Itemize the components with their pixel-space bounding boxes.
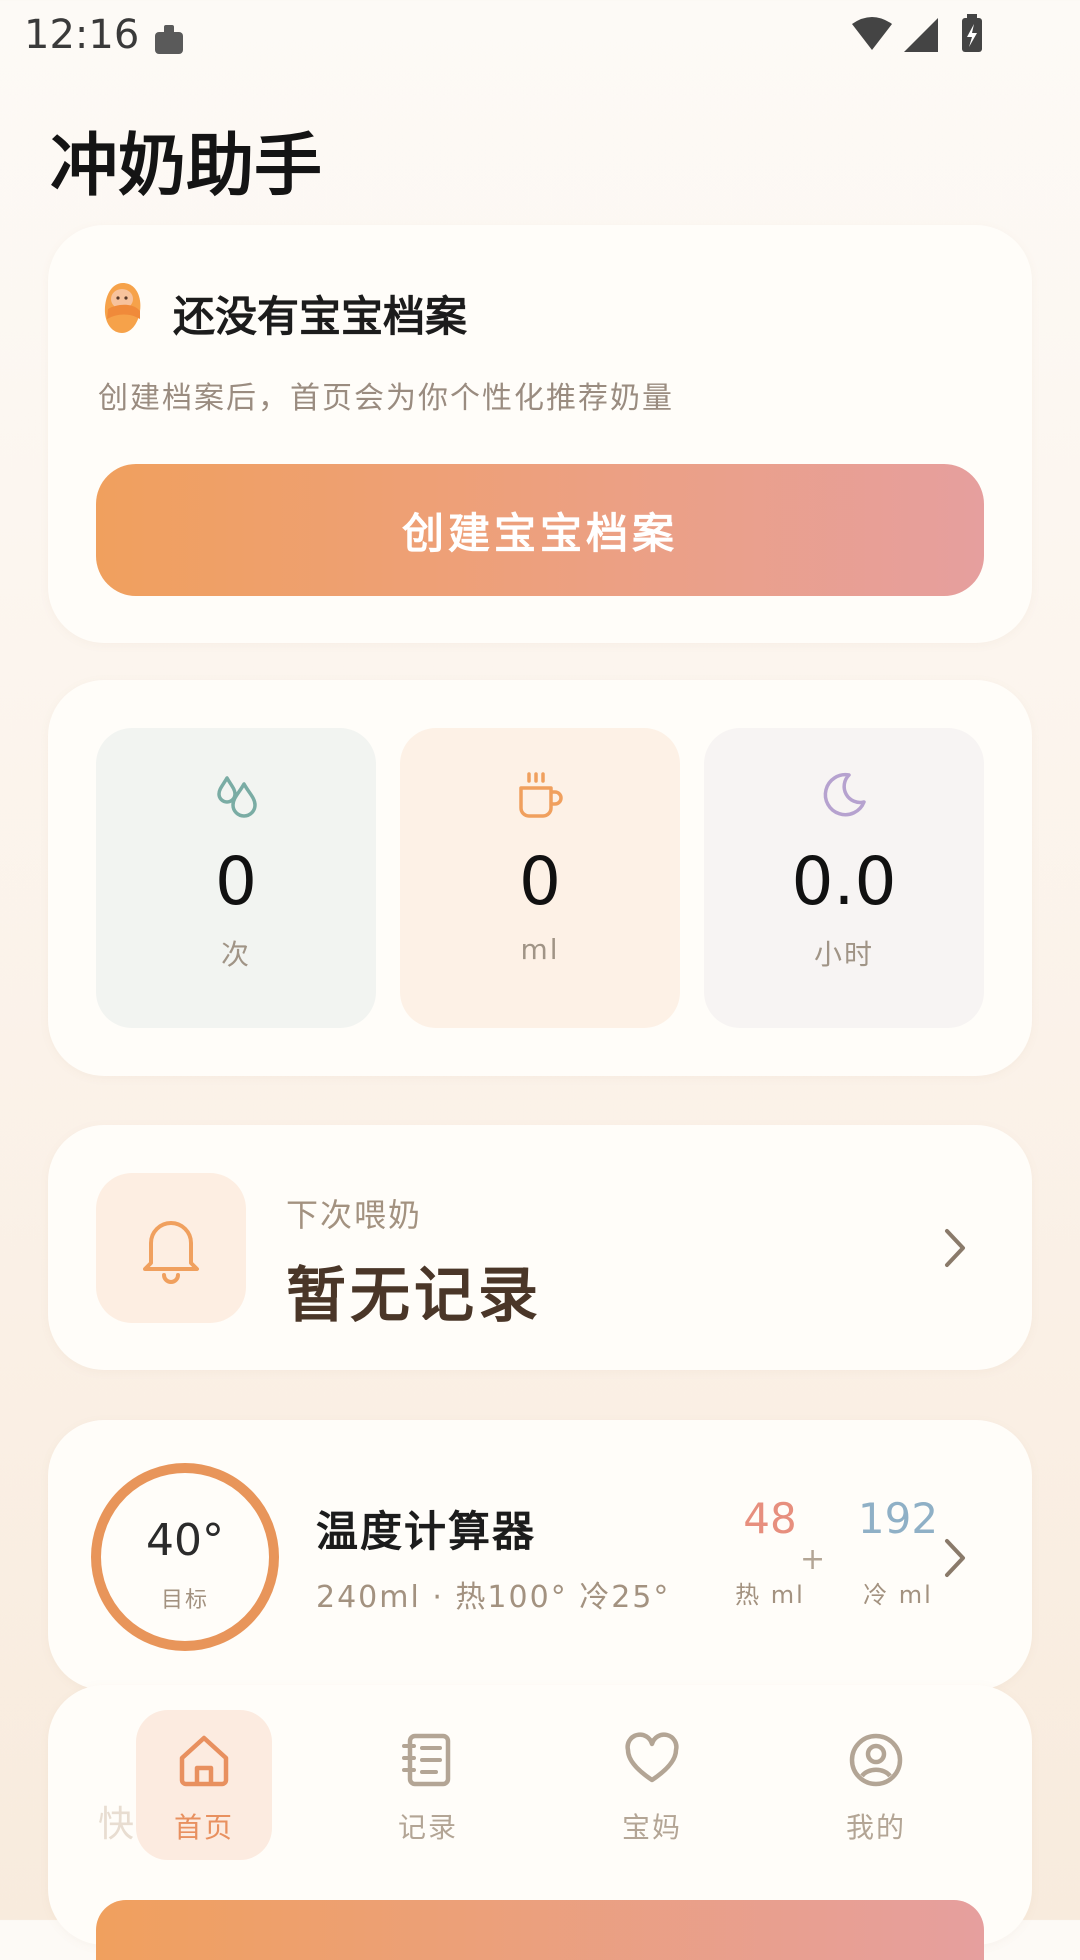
temperature-calculator-card[interactable]: 40° 目标 温度计算器 240ml · 热100° 冷25° 48 热 ml … (48, 1420, 1032, 1690)
swaddled-baby-icon (104, 283, 141, 333)
milk-amount-stat: 0 ml (400, 728, 680, 1028)
cup-icon (519, 772, 563, 818)
nav-label-mom: 宝妈 (621, 1811, 682, 1844)
plus-sign: + (800, 1542, 826, 1577)
target-temp-label: 目标 (160, 1588, 209, 1613)
nav-item-profile[interactable]: 我的 (808, 1710, 944, 1860)
cold-water-unit: 冷 ml (863, 1581, 933, 1609)
notebook-icon (402, 1733, 451, 1787)
chevron-right-icon (945, 1229, 965, 1267)
user-circle-icon (849, 1733, 903, 1787)
cold-water-value: 192 (857, 1494, 939, 1543)
wifi-icon (852, 17, 892, 50)
chevron-right-icon (945, 1539, 965, 1577)
nav-label-records: 记录 (397, 1811, 458, 1844)
nav-item-home[interactable]: 首页 (136, 1710, 272, 1860)
daily-stats-card: 0 次 0 ml 0.0 小时 (48, 680, 1032, 1076)
calculator-subtitle: 240ml · 热100° 冷25° (316, 1580, 671, 1615)
next-feed-label: 下次喂奶 (286, 1196, 423, 1234)
sleep-hours-unit: 小时 (813, 938, 874, 971)
notification-bag-icon (155, 25, 183, 54)
milk-amount-value: 0 (519, 843, 561, 920)
nav-item-mom[interactable]: 宝妈 (584, 1710, 720, 1860)
sleep-hours-stat: 0.0 小时 (704, 728, 984, 1028)
next-feed-card[interactable]: 下次喂奶 暂无记录 (48, 1125, 1032, 1370)
nav-label-home: 首页 (173, 1811, 234, 1844)
status-bar: 12:16 (0, 0, 1080, 72)
moon-icon (823, 772, 866, 817)
feed-count-value: 0 (215, 843, 257, 920)
bottom-navigation: 首页 记录 宝妈 我的 (48, 1690, 1032, 1920)
sleep-hours-value: 0.0 (791, 843, 897, 920)
baby-profile-card: 还没有宝宝档案 创建档案后，首页会为你个性化推荐奶量 创建宝宝档案 (48, 225, 1032, 643)
water-drops-icon (217, 776, 257, 818)
status-time: 12:16 (24, 12, 140, 58)
profile-subtitle: 创建档案后，首页会为你个性化推荐奶量 (98, 381, 674, 416)
signal-icon (904, 18, 938, 52)
hot-water-value: 48 (743, 1494, 797, 1543)
milk-amount-unit: ml (520, 933, 560, 966)
feed-count-stat: 0 次 (96, 728, 376, 1028)
nav-label-profile: 我的 (845, 1811, 906, 1844)
feed-count-unit: 次 (220, 938, 251, 971)
profile-title: 还没有宝宝档案 (173, 292, 468, 341)
calculator-title: 温度计算器 (316, 1507, 537, 1556)
next-feed-value: 暂无记录 (286, 1261, 542, 1331)
home-icon (179, 1735, 229, 1787)
bell-icon-box (96, 1173, 246, 1323)
heart-icon (625, 1732, 679, 1783)
bell-icon (143, 1221, 199, 1284)
nav-item-records[interactable]: 记录 (360, 1710, 496, 1860)
hot-water-unit: 热 ml (735, 1581, 805, 1609)
create-profile-button[interactable]: 创建宝宝档案 (96, 464, 984, 596)
system-status-icons (852, 14, 982, 52)
target-temp-value: 40° (146, 1515, 224, 1566)
page-title: 冲奶助手 (50, 127, 323, 206)
